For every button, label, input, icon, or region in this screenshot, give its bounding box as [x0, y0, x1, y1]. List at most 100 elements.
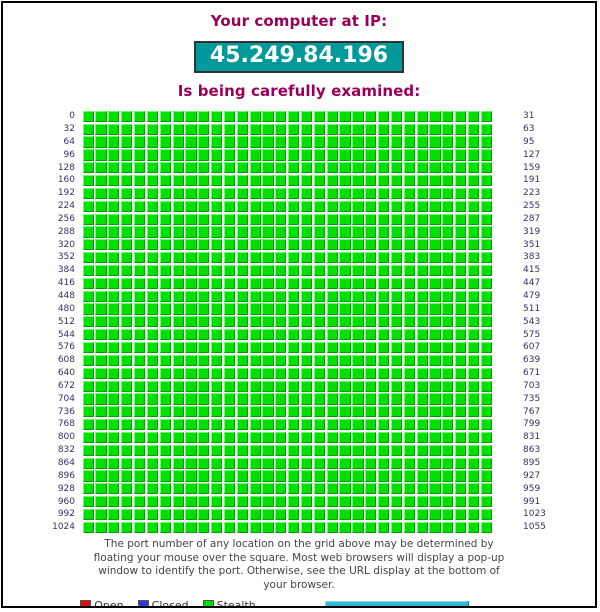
- port-cell[interactable]: [249, 521, 261, 533]
- port-cell[interactable]: [275, 380, 287, 392]
- port-cell[interactable]: [429, 444, 441, 456]
- port-cell[interactable]: [236, 316, 248, 328]
- port-cell[interactable]: [185, 175, 197, 187]
- port-cell[interactable]: [275, 303, 287, 315]
- port-cell[interactable]: [378, 393, 390, 405]
- port-cell[interactable]: [82, 149, 94, 161]
- port-cell[interactable]: [429, 290, 441, 302]
- port-cell[interactable]: [416, 521, 428, 533]
- port-cell[interactable]: [262, 290, 274, 302]
- port-cell[interactable]: [262, 110, 274, 122]
- port-cell[interactable]: [262, 367, 274, 379]
- port-cell[interactable]: [455, 162, 467, 174]
- port-cell[interactable]: [467, 149, 480, 161]
- port-cell[interactable]: [416, 508, 428, 521]
- port-cell[interactable]: [467, 521, 480, 533]
- port-cell[interactable]: [455, 367, 467, 379]
- port-cell[interactable]: [480, 123, 492, 135]
- port-cell[interactable]: [326, 470, 338, 482]
- port-cell[interactable]: [121, 367, 133, 379]
- port-cell[interactable]: [249, 496, 261, 508]
- port-cell[interactable]: [82, 200, 94, 212]
- port-cell[interactable]: [326, 316, 338, 328]
- port-cell[interactable]: [416, 354, 428, 366]
- port-cell[interactable]: [95, 496, 107, 508]
- port-cell[interactable]: [121, 444, 133, 456]
- port-cell[interactable]: [326, 341, 338, 354]
- port-cell[interactable]: [390, 252, 403, 264]
- port-cell[interactable]: [172, 149, 184, 161]
- port-cell[interactable]: [211, 264, 223, 277]
- port-cell[interactable]: [236, 123, 248, 135]
- port-cell[interactable]: [121, 457, 133, 469]
- port-cell[interactable]: [480, 277, 492, 289]
- port-cell[interactable]: [416, 200, 428, 212]
- port-cell[interactable]: [133, 470, 146, 482]
- port-cell[interactable]: [262, 354, 274, 366]
- port-cell[interactable]: [146, 444, 158, 456]
- port-cell[interactable]: [339, 252, 351, 264]
- port-cell[interactable]: [467, 431, 480, 444]
- port-cell[interactable]: [416, 303, 428, 315]
- port-cell[interactable]: [288, 457, 300, 469]
- port-cell[interactable]: [172, 444, 184, 456]
- port-cell[interactable]: [339, 367, 351, 379]
- port-cell[interactable]: [121, 136, 133, 148]
- port-cell[interactable]: [403, 123, 415, 135]
- port-cell[interactable]: [467, 380, 480, 392]
- port-cell[interactable]: [326, 187, 338, 200]
- port-cell[interactable]: [352, 457, 364, 469]
- port-cell[interactable]: [185, 213, 197, 225]
- port-cell[interactable]: [262, 303, 274, 315]
- port-cell[interactable]: [467, 393, 480, 405]
- port-cell[interactable]: [133, 457, 146, 469]
- port-cell[interactable]: [288, 483, 300, 495]
- port-cell[interactable]: [352, 354, 364, 366]
- port-cell[interactable]: [198, 367, 210, 379]
- port-cell[interactable]: [403, 200, 415, 212]
- port-cell[interactable]: [211, 252, 223, 264]
- port-cell[interactable]: [300, 239, 313, 251]
- port-cell[interactable]: [198, 290, 210, 302]
- port-cell[interactable]: [236, 521, 248, 533]
- port-cell[interactable]: [198, 187, 210, 200]
- port-cell[interactable]: [159, 136, 171, 148]
- port-cell[interactable]: [223, 419, 236, 431]
- port-cell[interactable]: [185, 393, 197, 405]
- port-cell[interactable]: [262, 226, 274, 238]
- port-cell[interactable]: [146, 149, 158, 161]
- port-cell[interactable]: [236, 213, 248, 225]
- port-cell[interactable]: [352, 252, 364, 264]
- port-cell[interactable]: [467, 316, 480, 328]
- port-cell[interactable]: [455, 200, 467, 212]
- port-cell[interactable]: [339, 264, 351, 277]
- port-cell[interactable]: [429, 406, 441, 418]
- port-cell[interactable]: [185, 123, 197, 135]
- port-cell[interactable]: [313, 431, 325, 444]
- port-cell[interactable]: [236, 354, 248, 366]
- port-cell[interactable]: [467, 110, 480, 122]
- port-cell[interactable]: [121, 303, 133, 315]
- port-cell[interactable]: [378, 200, 390, 212]
- port-cell[interactable]: [275, 341, 287, 354]
- port-cell[interactable]: [352, 380, 364, 392]
- port-cell[interactable]: [403, 521, 415, 533]
- port-cell[interactable]: [300, 200, 313, 212]
- port-cell[interactable]: [249, 175, 261, 187]
- port-cell[interactable]: [416, 431, 428, 444]
- port-cell[interactable]: [352, 316, 364, 328]
- port-cell[interactable]: [365, 136, 377, 148]
- port-cell[interactable]: [480, 136, 492, 148]
- port-cell[interactable]: [403, 483, 415, 495]
- port-cell[interactable]: [223, 316, 236, 328]
- port-cell[interactable]: [159, 341, 171, 354]
- port-cell[interactable]: [223, 341, 236, 354]
- port-cell[interactable]: [236, 303, 248, 315]
- port-cell[interactable]: [300, 431, 313, 444]
- port-cell[interactable]: [249, 226, 261, 238]
- port-cell[interactable]: [313, 175, 325, 187]
- port-cell[interactable]: [121, 200, 133, 212]
- port-cell[interactable]: [339, 419, 351, 431]
- port-cell[interactable]: [249, 213, 261, 225]
- port-cell[interactable]: [236, 341, 248, 354]
